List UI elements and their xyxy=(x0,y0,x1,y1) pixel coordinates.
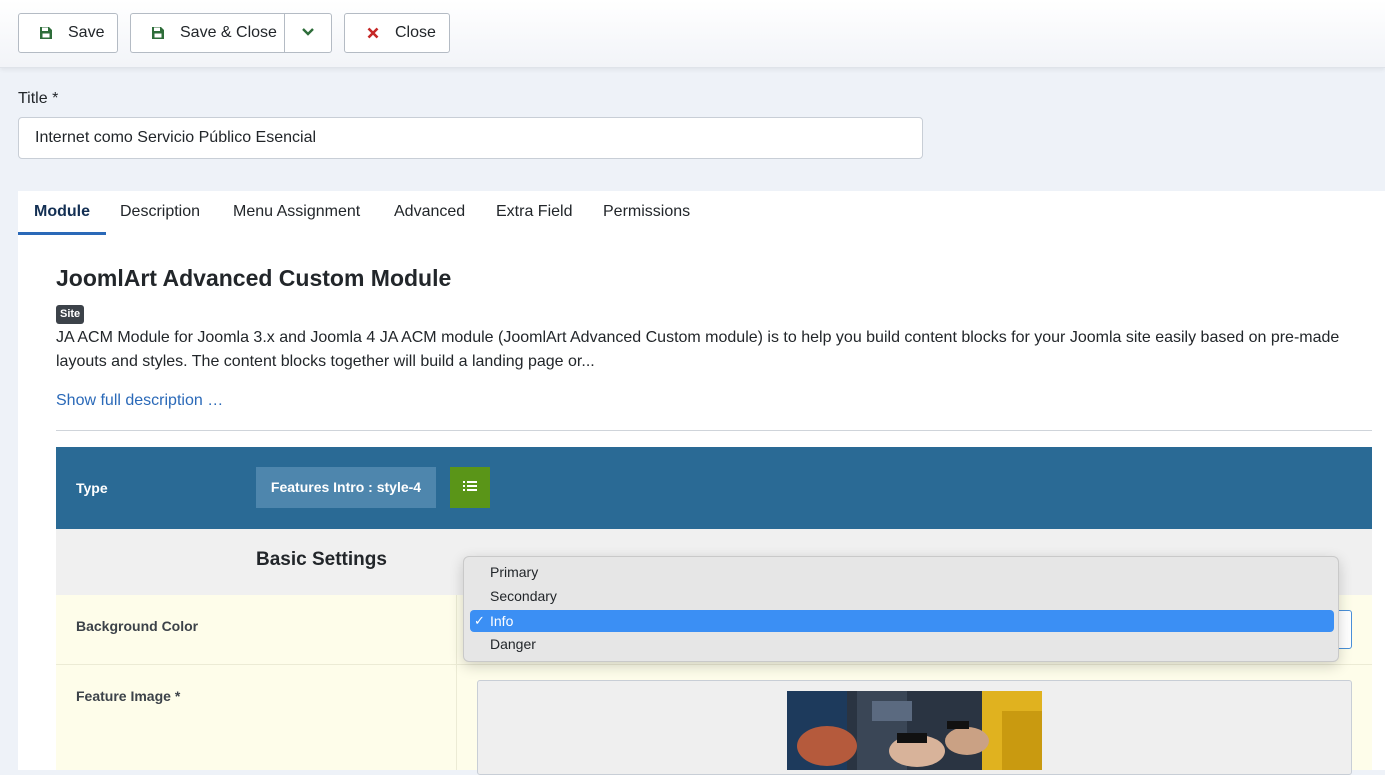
toolbar: Save Save & Close Close xyxy=(0,0,1385,68)
save-icon xyxy=(38,25,54,41)
chevron-down-icon xyxy=(301,24,315,42)
feature-image-preview xyxy=(787,691,1042,770)
show-full-description-link[interactable]: Show full description … xyxy=(56,392,223,410)
tab-extra-field[interactable]: Extra Field xyxy=(480,191,588,235)
option-danger-label: Danger xyxy=(490,636,536,652)
option-info-label: Info xyxy=(490,613,514,629)
background-color-dropdown-menu: Primary Secondary ✓ Info Danger xyxy=(463,556,1339,662)
basic-settings-title: Basic Settings xyxy=(256,549,387,570)
option-primary[interactable]: Primary xyxy=(470,561,1334,583)
column-divider xyxy=(456,595,457,770)
title-input[interactable]: Internet como Servicio Público Esencial xyxy=(18,117,923,159)
checkmark-icon: ✓ xyxy=(474,613,485,628)
tab-description[interactable]: Description xyxy=(104,191,216,235)
close-icon xyxy=(365,25,381,41)
module-title: JoomlArt Advanced Custom Module xyxy=(56,265,452,291)
type-bar xyxy=(56,447,1372,529)
close-button[interactable]: Close xyxy=(344,13,450,53)
save-options-dropdown-button[interactable] xyxy=(284,13,332,53)
option-primary-label: Primary xyxy=(490,564,539,580)
list-icon xyxy=(463,479,477,497)
module-description: JA ACM Module for Joomla 3.x and Joomla … xyxy=(56,329,1340,370)
site-badge: Site xyxy=(56,305,85,324)
save-close-label: Save & Close xyxy=(180,24,277,41)
option-danger[interactable]: Danger xyxy=(470,633,1334,655)
save-label: Save xyxy=(68,24,105,41)
layout-list-button[interactable] xyxy=(450,467,490,508)
save-button[interactable]: Save xyxy=(18,13,118,53)
type-select-button[interactable]: Features Intro : style-4 xyxy=(256,467,436,508)
save-close-button[interactable]: Save & Close xyxy=(130,13,285,53)
save-icon xyxy=(150,25,166,41)
type-label: Type xyxy=(76,480,108,496)
tab-permissions[interactable]: Permissions xyxy=(587,191,706,235)
tab-advanced[interactable]: Advanced xyxy=(378,191,481,235)
option-secondary[interactable]: Secondary xyxy=(470,585,1334,607)
option-info[interactable]: ✓ Info xyxy=(470,610,1334,632)
tab-module[interactable]: Module xyxy=(18,191,106,235)
close-label: Close xyxy=(395,24,436,41)
feature-image-label: Feature Image * xyxy=(76,688,181,704)
option-secondary-label: Secondary xyxy=(490,588,557,604)
tab-menu-assignment[interactable]: Menu Assignment xyxy=(217,191,376,235)
tab-bar: Module Description Menu Assignment Advan… xyxy=(18,191,1385,236)
divider xyxy=(56,430,1372,431)
background-color-label: Background Color xyxy=(76,618,199,634)
title-label: Title * xyxy=(18,90,59,107)
